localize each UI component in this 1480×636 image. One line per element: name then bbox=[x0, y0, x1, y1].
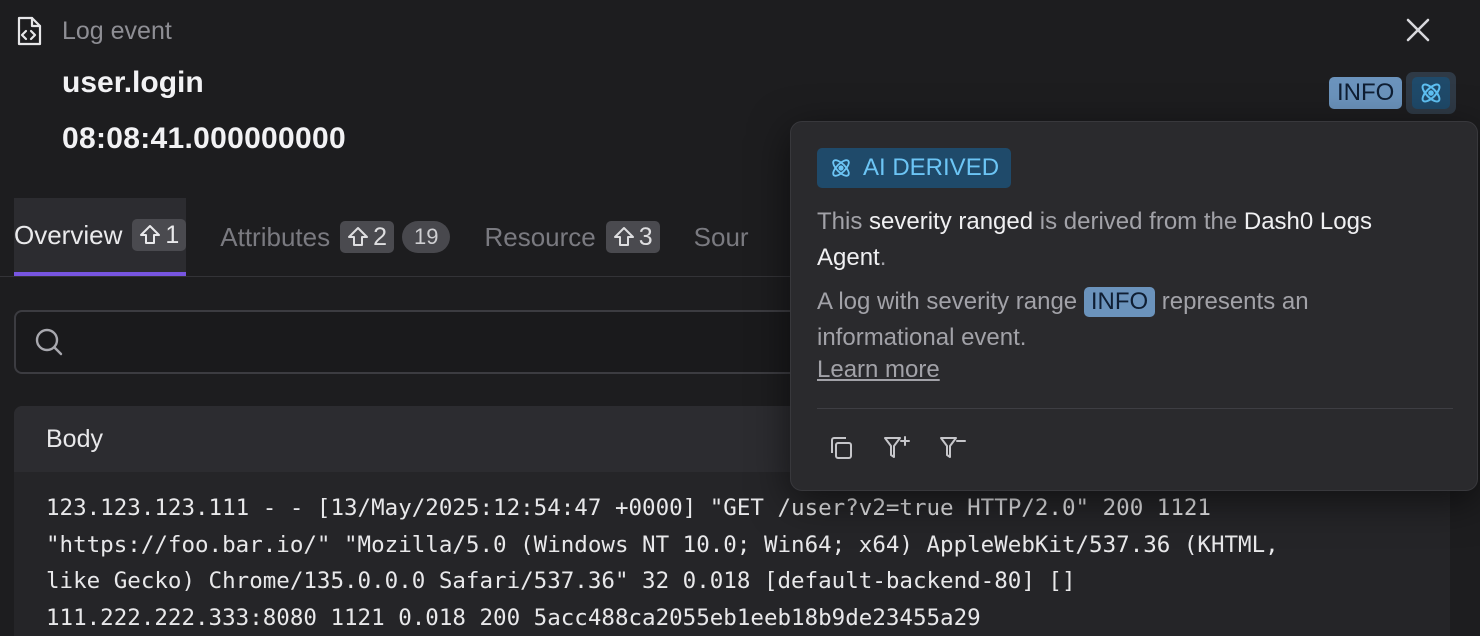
filter-add-icon bbox=[884, 436, 910, 458]
copy-button[interactable] bbox=[821, 428, 861, 468]
event-timestamp: 08:08:41.000000000 bbox=[62, 122, 346, 155]
close-button[interactable] bbox=[1400, 12, 1436, 48]
filter-exclude-button[interactable] bbox=[933, 428, 973, 468]
tab-source[interactable]: Sour bbox=[694, 198, 783, 276]
severity-badges: INFO bbox=[1329, 72, 1457, 114]
atom-icon bbox=[832, 159, 850, 177]
popover-description: This severity ranged is derived from the… bbox=[817, 208, 1372, 271]
body-content: 123.123.123.111 - - [13/May/2025:12:54:4… bbox=[14, 472, 1450, 636]
body-line: like Gecko) Chrome/135.0.0.0 Safari/537.… bbox=[46, 568, 1076, 594]
tab-count: 1 bbox=[132, 219, 187, 251]
event-name: user.login bbox=[62, 66, 204, 99]
close-icon bbox=[1406, 18, 1430, 42]
search-icon bbox=[35, 328, 63, 356]
code-document-icon bbox=[14, 15, 44, 47]
body-line: 111.222.222.333:8080 1121 0.018 200 5acc… bbox=[46, 604, 981, 631]
ai-derived-popover: AI DERIVED This severity ranged is deriv… bbox=[790, 121, 1478, 491]
search-input[interactable] bbox=[78, 329, 778, 355]
search-box[interactable] bbox=[14, 310, 914, 374]
header-row: Log event bbox=[14, 14, 172, 48]
popover-divider bbox=[817, 408, 1453, 409]
tab-divider bbox=[0, 276, 800, 277]
learn-more-link[interactable]: Learn more bbox=[817, 356, 940, 384]
tab-overview[interactable]: Overview 1 bbox=[14, 198, 187, 276]
header-label: Log event bbox=[62, 16, 172, 45]
arrow-up-icon bbox=[140, 225, 161, 244]
body-line: "https://foo.bar.io/" "Mozilla/5.0 (Wind… bbox=[46, 531, 1279, 558]
tab-label: Overview bbox=[14, 219, 123, 250]
filter-remove-icon bbox=[940, 437, 966, 458]
popover-actions bbox=[821, 428, 989, 468]
severity-badge: INFO bbox=[1329, 77, 1403, 109]
tab-resource[interactable]: Resource 3 bbox=[484, 198, 693, 276]
tab-count: 3 bbox=[605, 221, 660, 253]
tab-attributes[interactable]: Attributes 2 19 bbox=[220, 198, 484, 276]
atom-icon bbox=[1421, 83, 1441, 103]
tab-label: Sour bbox=[693, 221, 749, 252]
arrow-up-icon bbox=[348, 227, 369, 246]
tab-bar: Overview 1 Attributes 2 19 Resource 3 So… bbox=[14, 198, 783, 276]
tab-label: Resource bbox=[484, 221, 596, 252]
severity-badge-inline: INFO bbox=[1083, 287, 1156, 317]
body-line: 123.123.123.111 - - [13/May/2025:12:54:4… bbox=[46, 495, 1211, 521]
arrow-up-icon bbox=[613, 227, 634, 246]
copy-icon bbox=[831, 437, 852, 459]
tab-label: Attributes bbox=[220, 221, 331, 252]
tab-pill-count: 19 bbox=[402, 221, 451, 253]
tab-count: 2 bbox=[340, 221, 394, 253]
ai-derived-button[interactable] bbox=[1406, 72, 1457, 114]
popover-severity-note: A log with severity range INFO represent… bbox=[817, 287, 1309, 351]
ai-derived-badge: AI DERIVED bbox=[817, 148, 1012, 188]
filter-include-button[interactable] bbox=[877, 428, 917, 468]
